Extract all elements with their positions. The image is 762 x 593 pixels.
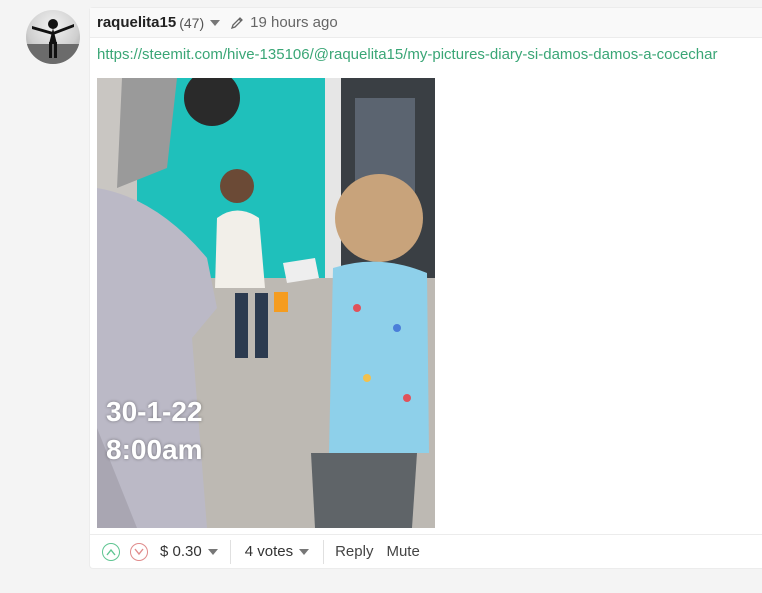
divider bbox=[323, 539, 325, 564]
comment-card: raquelita15 (47) 19 hours ago https://st… bbox=[89, 7, 762, 569]
mute-button[interactable]: Mute bbox=[386, 543, 419, 560]
chevron-down-icon bbox=[299, 548, 310, 555]
downvote-icon[interactable] bbox=[130, 542, 148, 561]
post-photo[interactable]: 30-1-22 8:00am bbox=[97, 78, 435, 528]
avatar[interactable] bbox=[26, 10, 80, 64]
photo-time: 8:00am bbox=[106, 434, 203, 465]
photo-date-stamp: 30-1-22 8:00am bbox=[106, 393, 203, 469]
author-reputation: (47) bbox=[179, 14, 205, 31]
photo-date: 30-1-22 bbox=[106, 396, 203, 427]
votes-count: 4 votes bbox=[244, 543, 294, 560]
pencil-icon bbox=[230, 16, 244, 30]
comment-footer: $ 0.30 4 votes Reply Mute bbox=[90, 534, 762, 568]
comment-timestamp[interactable]: 19 hours ago bbox=[250, 14, 338, 31]
comment-header: raquelita15 (47) 19 hours ago bbox=[90, 8, 762, 38]
chevron-down-icon bbox=[207, 548, 218, 555]
author-name[interactable]: raquelita15 bbox=[97, 14, 176, 31]
votes-dropdown[interactable]: 4 votes bbox=[244, 543, 310, 560]
payout-dropdown[interactable]: $ 0.30 bbox=[160, 543, 218, 560]
chevron-down-icon[interactable] bbox=[210, 19, 221, 26]
reply-button[interactable]: Reply bbox=[335, 543, 373, 560]
upvote-icon[interactable] bbox=[102, 542, 120, 561]
avatar-silhouette-image bbox=[26, 19, 80, 64]
divider bbox=[229, 539, 231, 564]
post-link[interactable]: https://steemit.com/hive-135106/@raqueli… bbox=[97, 46, 717, 63]
payout-value: $ 0.30 bbox=[160, 543, 202, 560]
